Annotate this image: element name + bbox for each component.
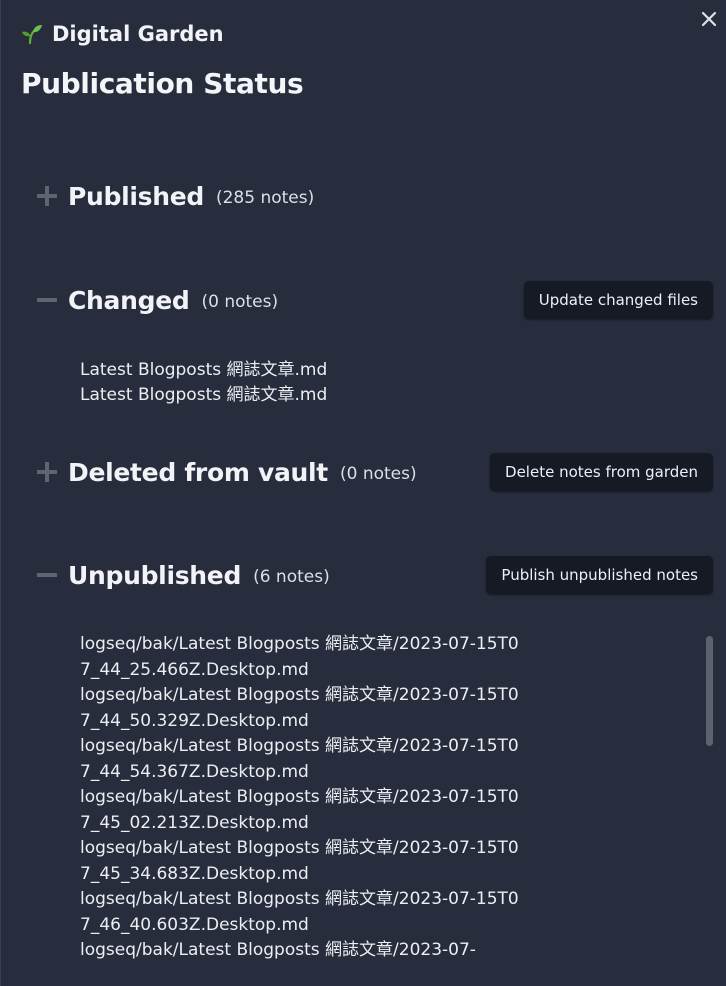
unpublished-collapse-toggle[interactable] [35, 563, 59, 587]
close-button[interactable] [698, 8, 720, 30]
app-name: Digital Garden [52, 22, 224, 46]
list-item: Latest Blogposts 網誌文章.md [80, 385, 328, 405]
changed-section-header: Changed (0 notes) Update changed files [35, 280, 713, 320]
unpublished-title: Unpublished [68, 560, 242, 590]
sprout-icon [22, 25, 42, 45]
minus-icon [37, 573, 57, 577]
list-item: logseq/bak/Latest Blogposts 網誌文章/2023-07… [80, 685, 519, 731]
list-item: logseq/bak/Latest Blogposts 網誌文章/2023-07… [80, 838, 519, 884]
close-icon [701, 11, 717, 27]
published-expand-toggle[interactable] [35, 184, 59, 208]
list-item: logseq/bak/Latest Blogposts 網誌文章/2023-07… [80, 940, 476, 960]
app-brand: Digital Garden [21, 22, 224, 46]
changed-collapse-toggle[interactable] [35, 288, 59, 312]
deleted-section-header: Deleted from vault (0 notes) Delete note… [35, 452, 713, 492]
changed-count: (0 notes) [201, 291, 279, 312]
deleted-expand-toggle[interactable] [35, 460, 59, 484]
unpublished-section-header: Unpublished (6 notes) Publish unpublishe… [35, 555, 713, 595]
page-title: Publication Status [21, 67, 304, 100]
list-item: logseq/bak/Latest Blogposts 網誌文章/2023-07… [80, 787, 519, 833]
list-item: logseq/bak/Latest Blogposts 網誌文章/2023-07… [80, 736, 519, 782]
published-section-header: Published (285 notes) [35, 176, 713, 216]
plus-icon [37, 186, 57, 206]
plus-icon [37, 462, 57, 482]
changed-title: Changed [68, 285, 190, 315]
delete-notes-from-garden-button[interactable]: Delete notes from garden [490, 453, 713, 491]
published-title: Published [68, 181, 204, 211]
unpublished-notes-list: logseq/bak/Latest Blogposts 網誌文章/2023-07… [80, 632, 520, 962]
published-count: (285 notes) [215, 187, 315, 208]
list-item: logseq/bak/Latest Blogposts 網誌文章/2023-07… [80, 634, 519, 680]
changed-notes-list: Latest Blogposts 網誌文章.md Latest Blogpost… [80, 358, 327, 408]
deleted-title: Deleted from vault [68, 457, 328, 487]
publication-status-modal: Digital Garden Publication Status Publis… [0, 0, 726, 986]
scrollbar-thumb[interactable] [706, 636, 713, 746]
list-item: Latest Blogposts 網誌文章.md [80, 360, 328, 380]
update-changed-files-button[interactable]: Update changed files [523, 281, 713, 319]
publish-unpublished-notes-button[interactable]: Publish unpublished notes [486, 556, 713, 594]
unpublished-notes-scroll-area[interactable]: logseq/bak/Latest Blogposts 網誌文章/2023-07… [71, 632, 715, 962]
scrollbar[interactable] [703, 634, 715, 962]
minus-icon [37, 298, 57, 302]
unpublished-count: (6 notes) [253, 566, 330, 587]
deleted-count: (0 notes) [339, 463, 417, 484]
list-item: logseq/bak/Latest Blogposts 網誌文章/2023-07… [80, 889, 519, 935]
